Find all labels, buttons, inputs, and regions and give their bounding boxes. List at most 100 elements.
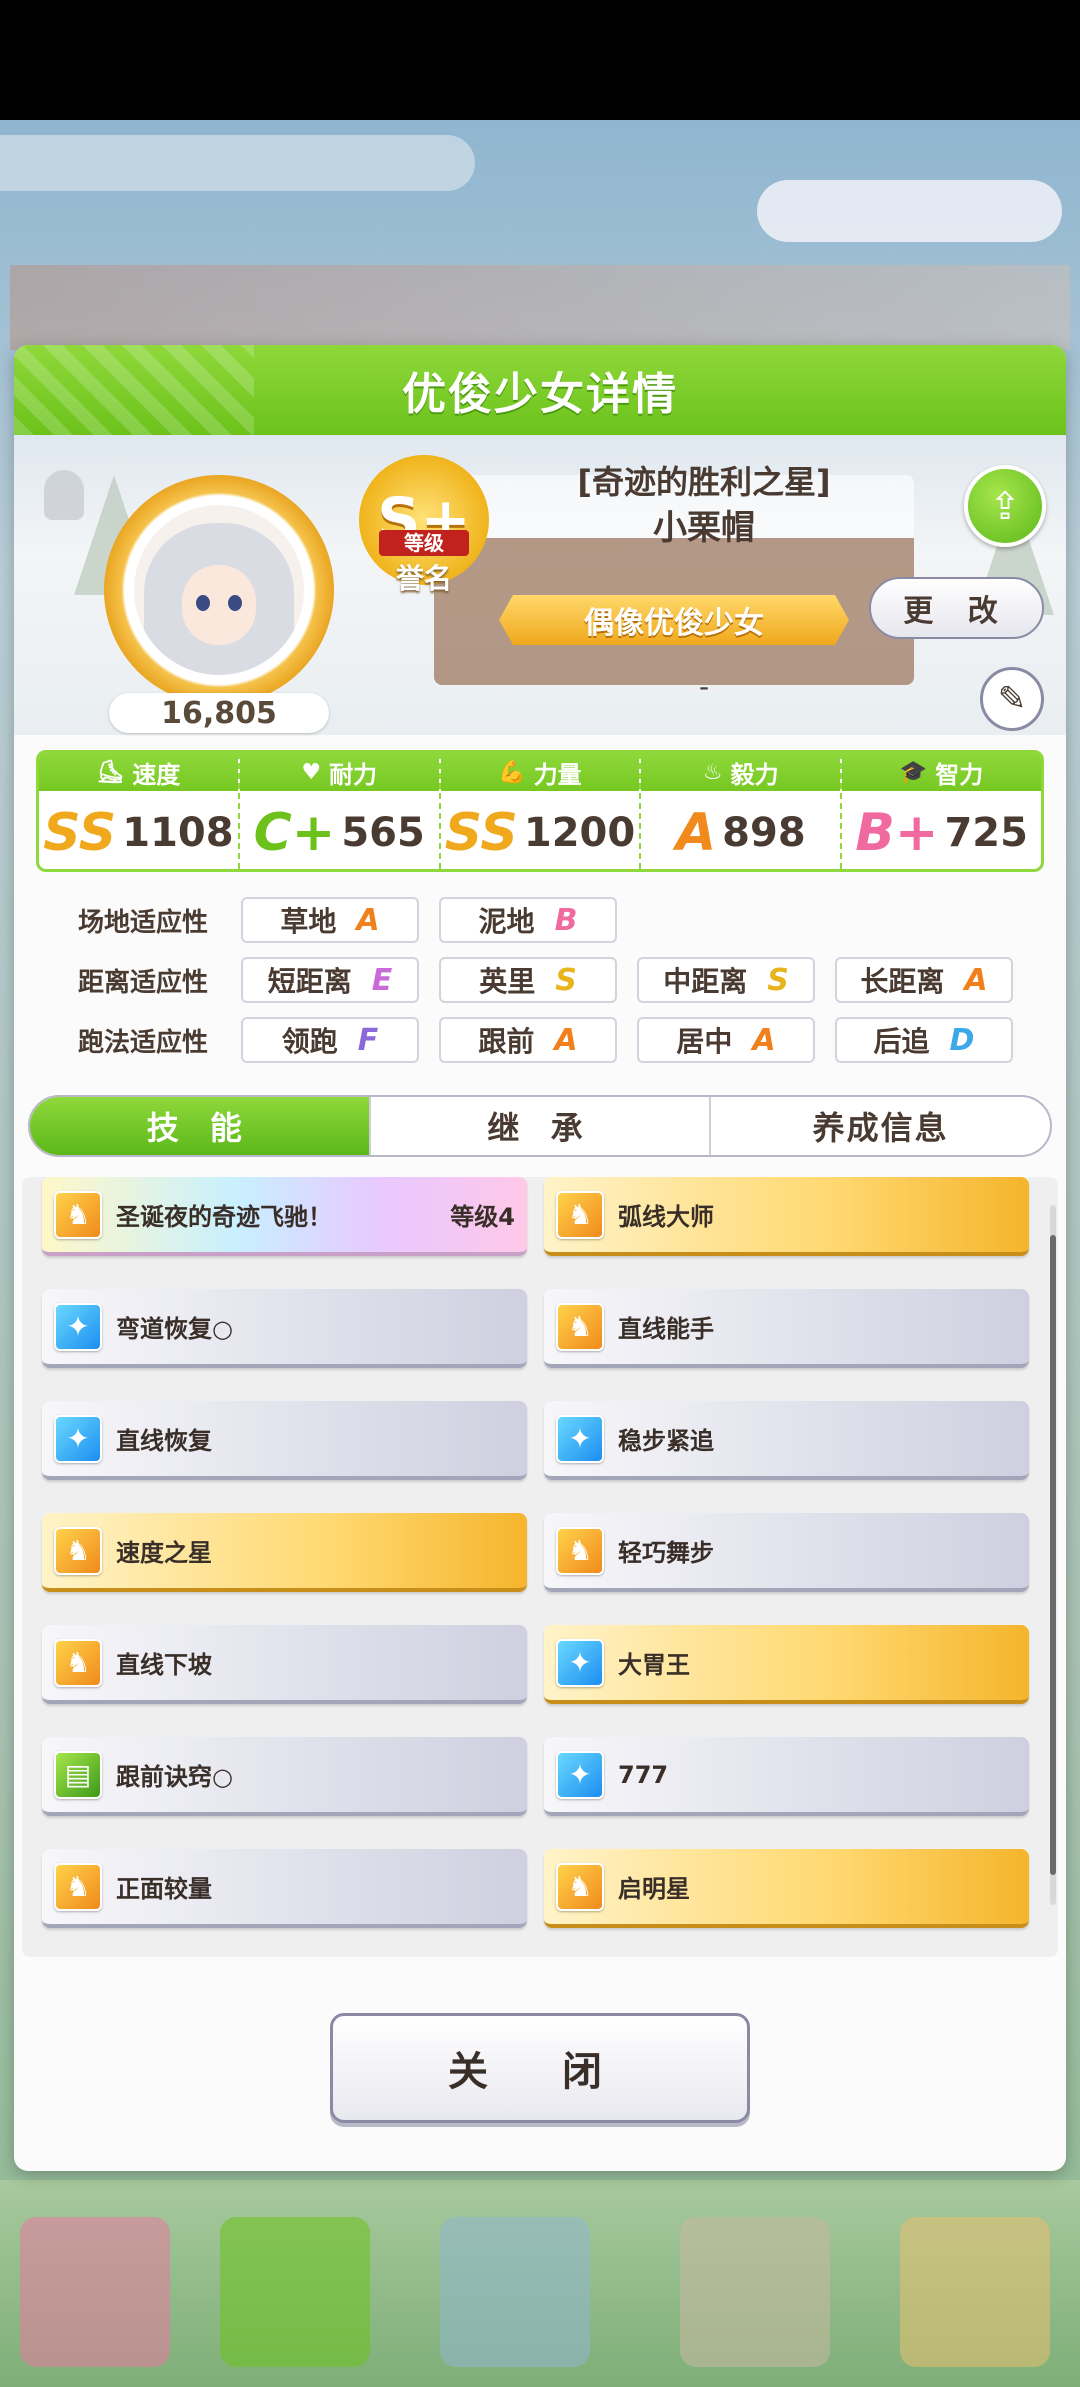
skill-name: 直线能手 (618, 1315, 714, 1343)
skill-item[interactable]: ♞ 速度之星 (42, 1513, 527, 1592)
skill-item[interactable]: ✦ 直线恢复 (42, 1401, 527, 1480)
aptitude-cell: 领跑 F (241, 1017, 419, 1063)
skill-name: 稳步紧追 (618, 1427, 714, 1455)
skill-item[interactable]: ✦ 弯道恢复○ (42, 1289, 527, 1368)
aptitude-cell: 短距离 E (241, 957, 419, 1003)
speed-skill-icon: ♞ (556, 1190, 604, 1239)
skill-item[interactable]: ♞ 弧线大师 (544, 1177, 1029, 1256)
skill-name: 大胃王 (618, 1651, 690, 1679)
blurred-background-cards (10, 265, 1070, 350)
blurred-background-button (757, 180, 1062, 242)
skills-scrollbar[interactable] (1050, 1205, 1056, 1905)
change-button[interactable]: 更 改 (869, 577, 1044, 639)
avatar-frame[interactable] (104, 475, 334, 705)
character-detail-dialog: 优俊少女详情 16,805 S+ 等级 誉名 [奇迹的胜利之星] 小栗帽 偶像优… (14, 345, 1066, 2171)
skill-item[interactable]: ♞ 直线能手 (544, 1289, 1029, 1368)
stat-header: ⛸ 速度 (39, 753, 238, 791)
skill-name: 直线下坡 (116, 1651, 212, 1679)
skill-name: 直线恢复 (116, 1427, 212, 1455)
aptitude-grade: D (949, 1022, 975, 1058)
skill-item[interactable]: ♞ 轻巧舞步 (544, 1513, 1029, 1592)
stat-body: A 898 (641, 791, 840, 869)
aptitude-grade: A (964, 962, 988, 998)
skill-item[interactable]: ♞ 启明星 (544, 1849, 1029, 1928)
stat-grade: B+ (855, 803, 939, 863)
stat-3: ♨ 毅力 A 898 (641, 753, 843, 869)
stat-label: 耐力 (329, 760, 378, 789)
fan-count: 16,805 (109, 693, 329, 733)
dialog-header: 优俊少女详情 (14, 345, 1066, 435)
aptitude-grade: A (356, 902, 380, 938)
stat-header: 🎓 智力 (842, 753, 1041, 791)
aptitude-name: 长距离 (860, 965, 945, 998)
skill-item[interactable]: ♞ 直线下坡 (42, 1625, 527, 1704)
book-skill-icon: ▤ (54, 1750, 102, 1799)
skill-item[interactable]: ✦ 大胃王 (544, 1625, 1029, 1704)
aptitude-cell: 长距离 A (835, 957, 1013, 1003)
aptitude-cell: 英里 S (439, 957, 617, 1003)
blurred-bottom-menu (0, 2180, 1080, 2387)
aptitude-cell: 草地 A (241, 897, 419, 943)
aptitude-name: 后追 (873, 1025, 930, 1058)
scrollbar-thumb[interactable] (1050, 1235, 1056, 1875)
aptitude-grade: A (554, 1022, 578, 1058)
heart-icon: ♥ (301, 759, 322, 785)
edit-button[interactable]: ✎ (980, 667, 1044, 731)
skills-list-area[interactable]: ♞ 圣诞夜的奇迹飞驰！ 等级4 ♞ 弧线大师 ✦ 弯道恢复○ ♞ 直线能手 ✦ 直线恢复 ✦ 稳步紧追 ♞… (22, 1177, 1058, 1957)
share-button[interactable]: ⇪ (964, 465, 1046, 547)
character-name: 小栗帽 (653, 508, 755, 548)
skill-item[interactable]: ✦ 777 (544, 1737, 1029, 1816)
skill-name: 弯道恢复○ (116, 1315, 233, 1343)
stat-grade: A (675, 803, 717, 863)
skill-item[interactable]: ♞ 圣诞夜的奇迹飞驰！ 等级4 (42, 1177, 527, 1256)
stat-header: ♨ 毅力 (641, 753, 841, 791)
speed-skill-icon: ♞ (54, 1862, 102, 1911)
stat-1: ♥ 耐力 C+ 565 (239, 753, 441, 869)
flame-icon: ♨ (702, 759, 723, 785)
aptitude-cell: 居中 A (637, 1017, 815, 1063)
speed-skill-icon: ♞ (556, 1302, 604, 1351)
aptitude-row-track: 场地适应性 草地 A 泥地 B (36, 890, 1044, 950)
aptitude-label: 场地适应性 (78, 907, 209, 938)
muscle-icon: 💪 (498, 759, 526, 785)
recovery-skill-icon: ✦ (556, 1750, 604, 1799)
stat-value: 1200 (523, 810, 636, 856)
tab-skills[interactable]: 技 能 (30, 1097, 371, 1155)
tab-training-info[interactable]: 养成信息 (711, 1097, 1050, 1155)
stat-header: 💪 力量 (440, 753, 640, 791)
close-button[interactable]: 关 闭 (330, 2013, 750, 2123)
character-banner: 16,805 S+ 等级 誉名 [奇迹的胜利之星] 小栗帽 偶像优俊少女 - ⇪… (14, 435, 1066, 735)
recovery-skill-icon: ✦ (556, 1414, 604, 1463)
tab-inheritance[interactable]: 继 承 (371, 1097, 712, 1155)
skill-name: 弧线大师 (618, 1203, 714, 1231)
speed-skill-icon: ♞ (54, 1526, 102, 1575)
stat-body: B+ 725 (842, 791, 1041, 869)
stat-2: 💪 力量 SS 1200 (440, 753, 642, 869)
aptitude-label: 跑法适应性 (78, 1027, 209, 1058)
aptitude-name: 泥地 (478, 905, 535, 938)
skill-name: 跟前诀窍○ (116, 1763, 233, 1791)
character-subtitle: - (698, 670, 710, 703)
share-icon: ⇪ (989, 484, 1021, 528)
stat-4: 🎓 智力 B+ 725 (842, 753, 1041, 869)
blurred-background-bar (0, 135, 475, 191)
skill-name: 777 (618, 1760, 669, 1789)
stats-panel: ⛸ 速度 SS 1108 ♥ 耐力 C+ 565 💪 力量 SS 1200 ♨ 毅力 A 898 🎓 智力 B+ 72… (36, 750, 1044, 872)
aptitude-name: 居中 (676, 1025, 733, 1058)
aptitude-cell: 泥地 B (439, 897, 617, 943)
aptitude-grade: E (371, 962, 393, 998)
stat-value: 565 (341, 810, 425, 856)
stat-grade: C+ (253, 803, 336, 863)
skill-item[interactable]: ♞ 正面较量 (42, 1849, 527, 1928)
stat-header: ♥ 耐力 (239, 753, 439, 791)
stat-body: SS 1200 (441, 791, 640, 869)
skill-item[interactable]: ▤ 跟前诀窍○ (42, 1737, 527, 1816)
aptitude-cell: 中距离 S (637, 957, 815, 1003)
stat-value: 725 (944, 810, 1028, 856)
aptitude-name: 跟前 (478, 1025, 535, 1058)
skill-item[interactable]: ✦ 稳步紧追 (544, 1401, 1029, 1480)
aptitude-section: 场地适应性 草地 A 泥地 B 距离适应性 短距离 E 英里 S 中距离 S 长距离 A 跑法适应性… (36, 890, 1044, 1070)
recovery-skill-icon: ✦ (54, 1302, 102, 1351)
aptitude-name: 短距离 (267, 965, 352, 998)
shoe-icon: ⛸ (96, 759, 125, 785)
